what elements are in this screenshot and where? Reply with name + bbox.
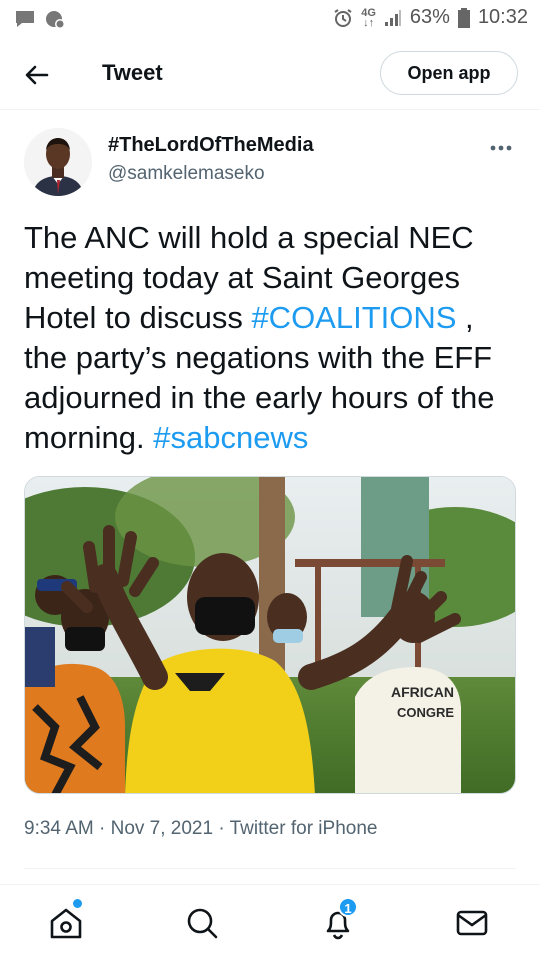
home-icon bbox=[50, 908, 82, 939]
photo-scene: AFRICAN CONGRE bbox=[25, 477, 515, 793]
network-label: 4G bbox=[361, 6, 376, 19]
settings-notification-icon bbox=[46, 11, 65, 29]
tweet-time[interactable]: 9:34 AM bbox=[24, 818, 94, 839]
status-indicators: 4G ↓↑ 63% 10:32 bbox=[333, 6, 528, 29]
notifications-badge: 1 bbox=[338, 897, 358, 917]
tab-messages[interactable] bbox=[452, 903, 492, 943]
home-new-dot bbox=[73, 899, 82, 908]
search-icon bbox=[187, 908, 218, 939]
chat-notification-icon bbox=[16, 11, 34, 27]
author-handle[interactable]: @samkelemaseko bbox=[108, 163, 265, 185]
tweet-text: The ANC will hold a special NEC meeting … bbox=[24, 218, 520, 458]
bottom-tab-bar: 1 bbox=[0, 884, 540, 960]
tweet-photo[interactable]: AFRICAN CONGRE bbox=[24, 476, 516, 794]
meta-separator: · bbox=[218, 818, 225, 839]
meta-separator: · bbox=[99, 818, 106, 839]
network-type: 4G ↓↑ bbox=[361, 6, 376, 29]
open-app-button[interactable]: Open app bbox=[380, 51, 518, 95]
tweet-author: #TheLordOfTheMedia @samkelemaseko bbox=[24, 128, 516, 198]
more-options-button[interactable] bbox=[486, 138, 516, 158]
signal-icon bbox=[384, 9, 401, 26]
divider bbox=[24, 868, 516, 869]
more-horizontal-icon bbox=[490, 145, 512, 151]
avatar[interactable] bbox=[24, 128, 92, 196]
tweet-meta: 9:34 AM · Nov 7, 2021 · Twitter for iPho… bbox=[24, 818, 377, 840]
status-notifications bbox=[14, 9, 66, 29]
battery-icon bbox=[457, 7, 470, 28]
author-display-name[interactable]: #TheLordOfTheMedia bbox=[108, 134, 314, 157]
envelope-icon bbox=[456, 910, 488, 936]
tweet-header: Tweet Open app bbox=[0, 38, 540, 110]
battery-percent: 63% bbox=[409, 6, 450, 28]
tab-home[interactable] bbox=[46, 899, 86, 943]
avatar-image bbox=[24, 128, 92, 196]
shirt-text-line1: AFRICAN bbox=[391, 684, 454, 700]
tab-search[interactable] bbox=[182, 903, 222, 943]
tweet-source[interactable]: Twitter for iPhone bbox=[230, 818, 378, 839]
status-time: 10:32 bbox=[477, 6, 528, 28]
status-bar: 4G ↓↑ 63% 10:32 bbox=[0, 0, 540, 38]
tweet-date[interactable]: Nov 7, 2021 bbox=[111, 818, 213, 839]
shirt-text-line2: CONGRE bbox=[397, 705, 454, 720]
alarm-icon bbox=[334, 8, 352, 27]
page-title: Tweet bbox=[102, 60, 163, 85]
tab-notifications[interactable]: 1 bbox=[318, 897, 358, 943]
hashtag-sabcnews-link[interactable]: #sabcnews bbox=[153, 420, 308, 455]
network-arrows: ↓↑ bbox=[363, 16, 375, 29]
back-button[interactable] bbox=[22, 60, 52, 90]
arrow-left-icon bbox=[25, 65, 49, 85]
hashtag-coalitions-link[interactable]: #COALITIONS bbox=[251, 300, 456, 335]
